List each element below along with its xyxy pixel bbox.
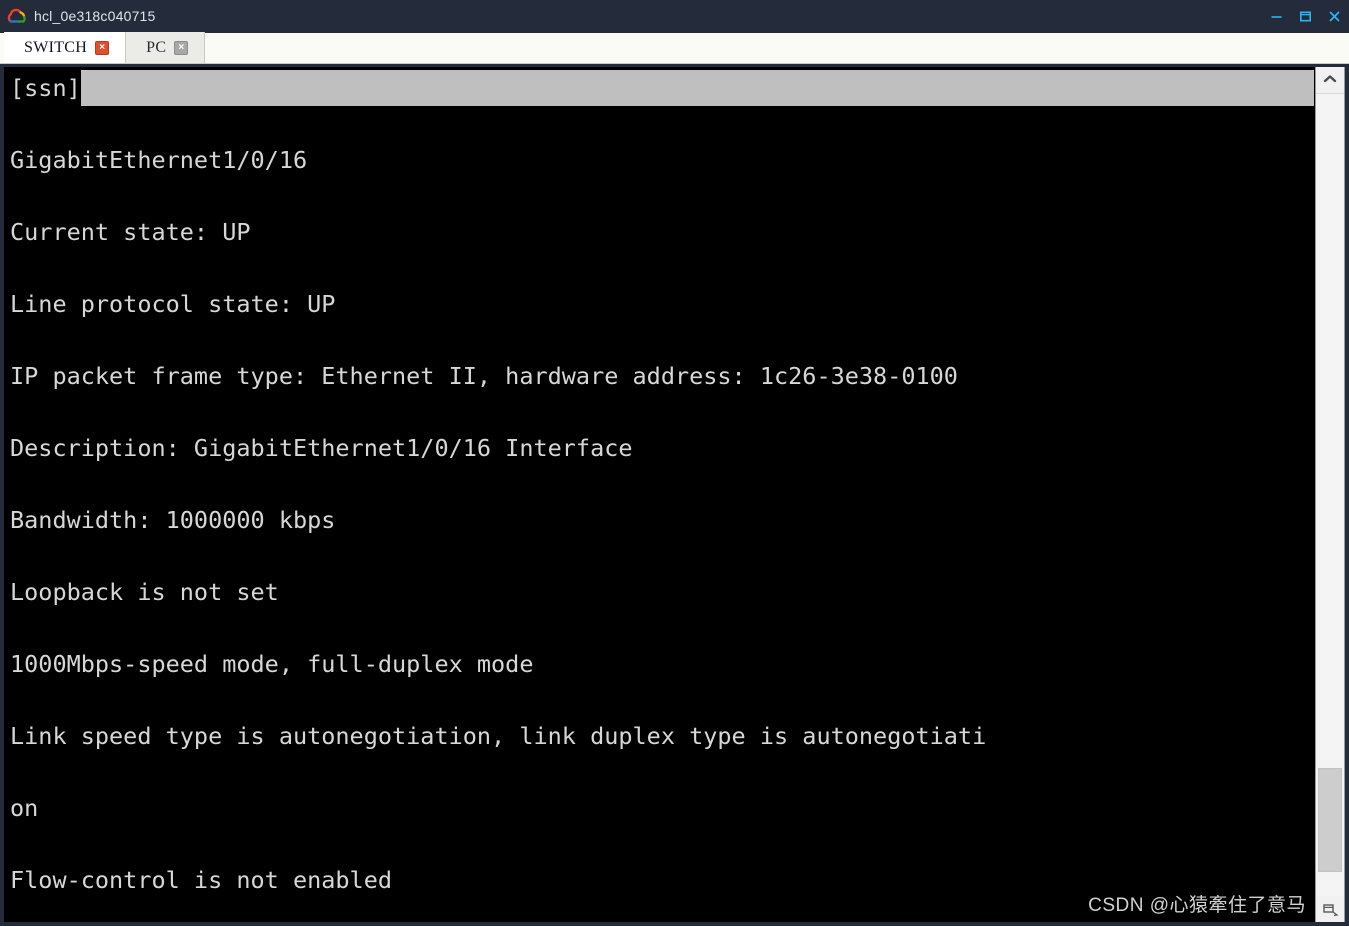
- terminal-line: on: [10, 794, 39, 822]
- terminal-line: Bandwidth: 1000000 kbps: [10, 506, 336, 534]
- selection-highlight: [80, 70, 1314, 106]
- terminal-prompt: [ssn]: [10, 74, 81, 102]
- terminal-line: IP packet frame type: Ethernet II, hardw…: [10, 362, 958, 390]
- terminal-output[interactable]: [ssn]display interface g1/0/16 GigabitEt…: [4, 67, 1315, 922]
- scrollbar-thumb[interactable]: [1318, 767, 1342, 872]
- terminal-line: Link speed type is autonegotiation, link…: [10, 722, 987, 750]
- vertical-scrollbar[interactable]: [1315, 67, 1345, 922]
- terminal-line: Line protocol state: UP: [10, 290, 336, 318]
- maximize-icon: [1299, 10, 1312, 23]
- chevron-up-icon: [1323, 71, 1337, 89]
- scroll-up-button[interactable]: [1316, 67, 1344, 94]
- cloud-logo-icon: [6, 8, 28, 26]
- terminal-line: GigabitEthernet1/0/16: [10, 146, 308, 174]
- window-title: hcl_0e318c040715: [34, 8, 156, 24]
- close-tab-icon[interactable]: ×: [95, 40, 110, 55]
- close-tab-icon[interactable]: ×: [174, 40, 189, 55]
- close-button[interactable]: [1320, 0, 1349, 33]
- tab-switch-label: SWITCH: [24, 38, 88, 56]
- minimize-icon: [1270, 10, 1283, 23]
- maximize-button[interactable]: [1291, 0, 1320, 33]
- close-icon: [1328, 10, 1341, 23]
- console-area: [ssn]display interface g1/0/16 GigabitEt…: [0, 64, 1349, 926]
- terminal-line: Flow-control is not enabled: [10, 866, 393, 894]
- terminal-text: [ssn]display interface g1/0/16 GigabitEt…: [5, 68, 1314, 921]
- title-bar: hcl_0e318c040715: [0, 0, 1349, 33]
- tab-strip: SWITCH × PC ×: [0, 32, 1349, 64]
- tab-pc[interactable]: PC ×: [126, 32, 206, 63]
- terminal-line: Current state: UP: [10, 218, 251, 246]
- title-bar-left: hcl_0e318c040715: [6, 8, 156, 26]
- window-controls: [1262, 0, 1349, 33]
- tab-switch[interactable]: SWITCH ×: [4, 32, 127, 63]
- terminal-line: Description: GigabitEthernet1/0/16 Inter…: [10, 434, 633, 462]
- terminal-line: Loopback is not set: [10, 578, 279, 606]
- minimize-button[interactable]: [1262, 0, 1291, 33]
- tab-pc-label: PC: [146, 38, 167, 56]
- application-window: hcl_0e318c040715 SWITCH × PC × [ssn] Gig…: [0, 0, 1349, 926]
- terminal-line: 1000Mbps-speed mode, full-duplex mode: [10, 650, 534, 678]
- resize-grip-icon[interactable]: [1316, 896, 1344, 922]
- scrollbar-track[interactable]: [1316, 94, 1344, 896]
